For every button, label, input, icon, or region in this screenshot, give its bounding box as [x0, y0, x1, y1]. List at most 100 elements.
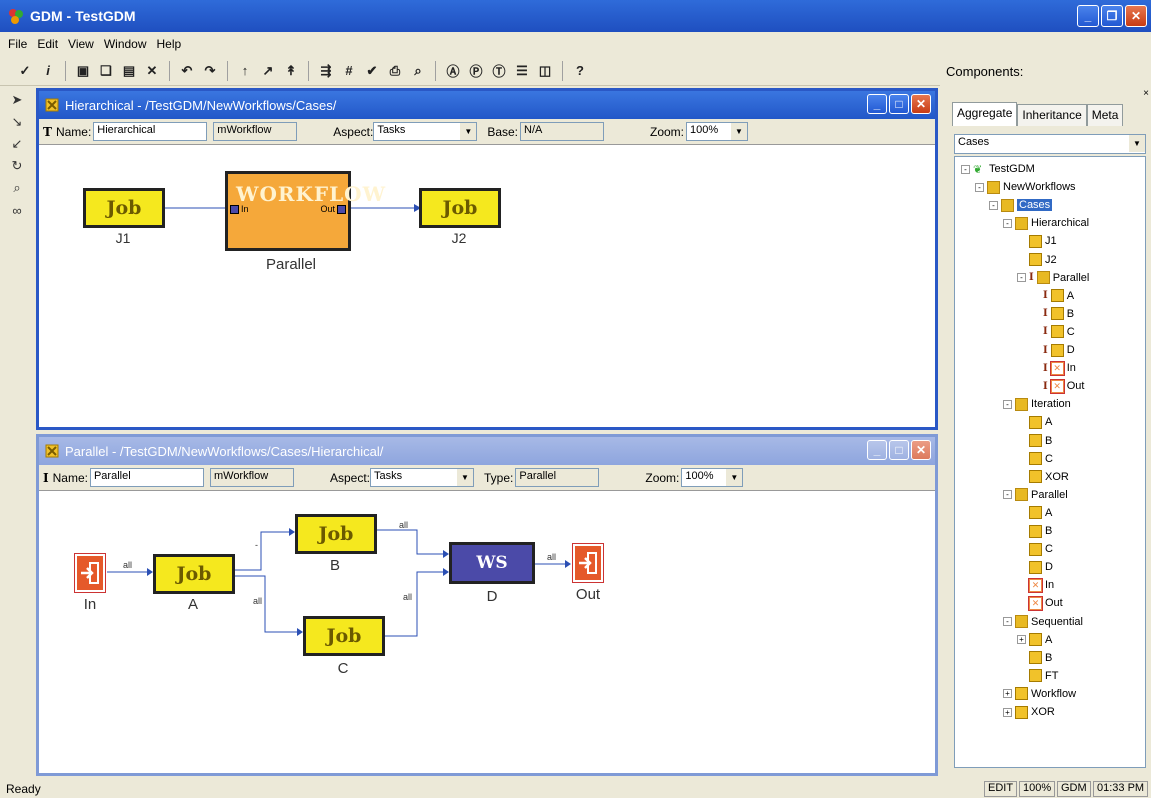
parallel-canvas[interactable]: all - all all all all In Job A Job B Job… [39, 492, 935, 773]
job-a[interactable]: Job [153, 554, 235, 594]
aggregate-tree[interactable]: - ❦ TestGDM - NewWorkflows - Cases - Hierarchica… [954, 156, 1146, 768]
grid-icon[interactable]: # [340, 61, 358, 81]
maximize-button[interactable]: □ [889, 94, 909, 114]
out-port[interactable]: Out [320, 204, 346, 214]
connection-c-d[interactable] [383, 571, 443, 637]
zoom-select[interactable]: 100% ▼ [686, 122, 749, 141]
tree-item[interactable]: B [1017, 650, 1052, 666]
delete-icon[interactable]: ✕ [143, 61, 161, 81]
tree-item[interactable]: D [1017, 559, 1053, 575]
print-icon[interactable]: ⎙ [386, 61, 404, 81]
tree-item[interactable]: FT [1017, 668, 1058, 684]
filter-select[interactable]: Cases ▼ [954, 134, 1146, 154]
tree-item[interactable]: C [1017, 451, 1053, 467]
expand-icon[interactable]: + [1017, 635, 1026, 645]
in-port[interactable]: In [230, 204, 249, 214]
tab-inheritance[interactable]: Inheritance [1017, 104, 1087, 126]
tree-item[interactable]: C [1017, 541, 1053, 557]
aspect-t-icon[interactable]: Ⓣ [490, 61, 508, 81]
tree-item[interactable]: + XOR [1003, 704, 1055, 720]
maximize-button[interactable]: □ [889, 440, 909, 460]
collapse-icon[interactable]: - [1003, 617, 1012, 626]
check-icon[interactable]: ✓ [16, 61, 34, 81]
collapse-icon[interactable]: - [1003, 399, 1012, 409]
tree-item[interactable]: - Hierarchical [1003, 215, 1089, 231]
tree-item[interactable]: + A [1017, 632, 1052, 648]
connection-a-b[interactable] [233, 531, 289, 571]
workflow-parallel[interactable]: WORKFLOW In Out [225, 171, 385, 251]
name-field[interactable]: Parallel [89, 468, 204, 487]
job-c[interactable]: Job [303, 616, 385, 656]
select-arrow-icon[interactable]: ➤ [7, 90, 27, 110]
connection-a-c[interactable] [233, 575, 297, 633]
up-arrow-icon[interactable]: ↑ [236, 61, 254, 81]
redo-icon[interactable]: ↷ [201, 61, 219, 81]
up-arrow-icon[interactable]: ↗ [259, 61, 277, 81]
tree-item[interactable]: - NewWorkflows [975, 179, 1076, 195]
job-j2[interactable]: Job [419, 188, 501, 228]
tree-item[interactable]: - Sequential [1003, 614, 1083, 630]
undo-icon[interactable]: ↶ [178, 61, 196, 81]
collapse-icon[interactable]: - [1003, 218, 1012, 228]
tree-item[interactable]: ✕ In [1017, 577, 1054, 593]
collapse-icon[interactable]: - [961, 164, 970, 174]
info-icon[interactable]: i [39, 61, 57, 81]
menu-window[interactable]: Window [104, 37, 147, 51]
tree-item[interactable]: - Cases [989, 197, 1053, 213]
in-port[interactable] [74, 553, 106, 593]
help-icon[interactable]: ? [571, 61, 589, 81]
tree-item[interactable]: I ✕ In [1031, 360, 1076, 376]
tree-item[interactable]: - ❦ TestGDM [961, 161, 1035, 177]
connect-icon[interactable]: ⇶ [317, 61, 335, 81]
tree-item[interactable]: J2 [1017, 252, 1057, 268]
menu-help[interactable]: Help [157, 37, 182, 51]
tree-item[interactable]: J1 [1017, 233, 1057, 249]
menu-file[interactable]: File [8, 37, 27, 51]
collapse-icon[interactable]: - [1003, 490, 1012, 500]
tree-item[interactable]: IB [1031, 306, 1074, 322]
copy-icon[interactable]: ❏ [97, 61, 115, 81]
find-icon[interactable]: ⌕ [409, 61, 427, 81]
tree-item[interactable]: - Iteration [1003, 396, 1071, 412]
connect-mode-icon[interactable]: ↘ [7, 112, 27, 132]
aspect-select[interactable]: Tasks ▼ [370, 468, 474, 487]
collapse-icon[interactable]: - [1017, 273, 1026, 283]
tab-aggregate[interactable]: Aggregate [952, 102, 1018, 126]
tree-item[interactable]: - Parallel [1003, 487, 1068, 503]
tree-item[interactable]: B [1017, 433, 1052, 449]
expand-icon[interactable]: + [1003, 689, 1012, 699]
tree-item[interactable]: A [1017, 414, 1052, 430]
aspect-select[interactable]: Tasks ▼ [373, 122, 478, 141]
minimize-button[interactable]: _ [867, 440, 887, 460]
aspect-a-icon[interactable]: Ⓐ [444, 61, 462, 81]
tile-horizontal-icon[interactable]: ☰ [513, 61, 531, 81]
collapse-icon[interactable]: - [989, 200, 998, 210]
tree-item[interactable]: IC [1031, 324, 1075, 340]
minimize-button[interactable]: _ [867, 94, 887, 114]
menu-view[interactable]: View [68, 37, 94, 51]
close-button[interactable]: ✕ [911, 94, 931, 114]
tree-item[interactable]: XOR [1017, 469, 1069, 485]
tree-item[interactable]: - I Parallel [1017, 270, 1089, 286]
check-icon[interactable]: ✔ [363, 61, 381, 81]
expand-icon[interactable]: + [1003, 707, 1012, 717]
paste-icon[interactable]: ▤ [120, 61, 138, 81]
up-arrow-icon[interactable]: ↟ [282, 61, 300, 81]
tree-item[interactable]: B [1017, 523, 1052, 539]
tree-item[interactable]: ✕ Out [1017, 595, 1063, 611]
set-mode-icon[interactable]: ↻ [7, 156, 27, 176]
out-port[interactable] [572, 543, 604, 583]
hierarchical-canvas[interactable]: Job J1 WORKFLOW In Out Parallel Job J2 [39, 146, 935, 427]
job-b[interactable]: Job [295, 514, 377, 554]
tree-item[interactable]: IA [1031, 288, 1074, 304]
minimize-button[interactable]: _ [1077, 5, 1099, 27]
connection-b-d[interactable] [375, 529, 443, 555]
aspect-p-icon[interactable]: Ⓟ [467, 61, 485, 81]
save-icon[interactable]: ▣ [74, 61, 92, 81]
visualize-icon[interactable]: ∞ [7, 200, 27, 220]
tree-item[interactable]: ID [1031, 342, 1075, 358]
tree-item[interactable]: A [1017, 505, 1052, 521]
restore-button[interactable]: ❐ [1101, 5, 1123, 27]
zoom-select[interactable]: 100% ▼ [681, 468, 744, 487]
disconnect-mode-icon[interactable]: ↙ [7, 134, 27, 154]
